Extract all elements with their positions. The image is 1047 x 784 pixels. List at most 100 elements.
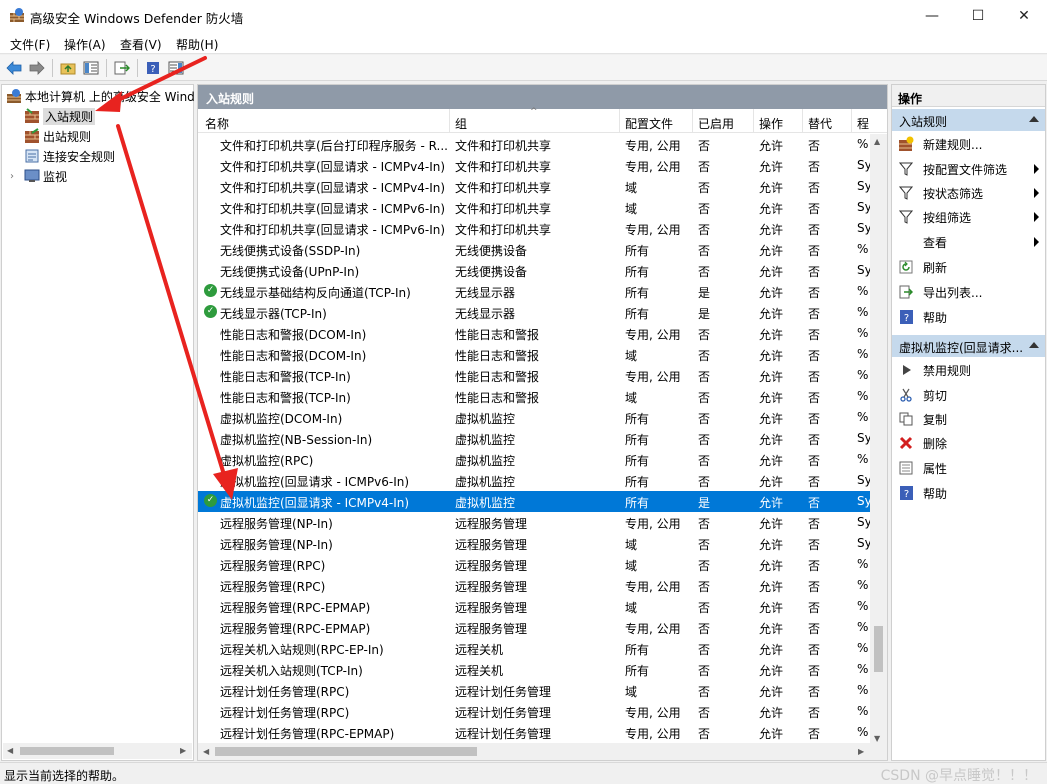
- action-filter-by-group[interactable]: 按组筛选: [898, 208, 1039, 226]
- table-row[interactable]: 无线便携式设备(SSDP-In) 无线便携设备 所有 否 允许 否%: [198, 239, 872, 260]
- table-row[interactable]: 远程服务管理(NP-In) 远程服务管理 专用, 公用 否 允许 否 Sy: [198, 512, 872, 533]
- rules-hscroll-thumb[interactable]: [215, 747, 477, 756]
- collapse-caret-icon[interactable]: [1029, 116, 1039, 122]
- table-row[interactable]: 性能日志和警报(DCOM-In) 性能日志和警报 域 否 允许 否%: [198, 344, 872, 365]
- action-cut[interactable]: 剪切: [898, 386, 1039, 404]
- scroll-down-icon[interactable]: ▼: [874, 734, 880, 743]
- action-refresh[interactable]: 刷新: [898, 258, 1039, 276]
- table-row[interactable]: 远程服务管理(RPC) 远程服务管理 专用, 公用 否 允许 否%: [198, 575, 872, 596]
- menu-action[interactable]: 操作(A): [64, 36, 106, 53]
- scroll-right-icon[interactable]: ▶: [180, 746, 186, 755]
- table-row[interactable]: 远程关机入站规则(RPC-EP-In) 远程关机 所有 否 允许 否%: [198, 638, 872, 659]
- table-row[interactable]: 虚拟机监控(NB-Session-In) 虚拟机监控 所有 否 允许 否 Sy: [198, 428, 872, 449]
- cell-group: 远程服务管理: [455, 601, 528, 615]
- forward-arrow-icon[interactable]: [27, 58, 47, 78]
- table-row[interactable]: 性能日志和警报(TCP-In) 性能日志和警报 专用, 公用 否 允许 否%: [198, 365, 872, 386]
- table-row[interactable]: 文件和打印机共享(回显请求 - ICMPv6-In) 文件和打印机共享 域 否 允许 否 S…: [198, 197, 872, 218]
- table-row[interactable]: 无线便携式设备(UPnP-In) 无线便携设备 所有 否 允许 否 Sy: [198, 260, 872, 281]
- action-filter-by-profile[interactable]: 按配置文件筛选: [898, 160, 1039, 178]
- tree-scroll-thumb[interactable]: [20, 747, 114, 755]
- cell-enabled: 否: [698, 559, 711, 573]
- column-group[interactable]: 组: [455, 115, 467, 132]
- expand-chevron-icon[interactable]: ›: [10, 171, 20, 182]
- status-text: 显示当前选择的帮助。: [4, 769, 125, 783]
- action-export-list[interactable]: 导出列表...: [898, 283, 1039, 301]
- table-row[interactable]: 远程关机入站规则(TCP-In) 远程关机 所有 否 允许 否%: [198, 659, 872, 680]
- cell-override: 否: [808, 475, 821, 489]
- maximize-button[interactable]: ☐: [955, 0, 1001, 31]
- table-row[interactable]: 虚拟机监控(RPC) 虚拟机监控 所有 否 允许 否%: [198, 449, 872, 470]
- table-row[interactable]: 远程服务管理(RPC-EPMAP) 远程服务管理 专用, 公用 否 允许 否%: [198, 617, 872, 638]
- table-row[interactable]: 文件和打印机共享(回显请求 - ICMPv4-In) 文件和打印机共享 专用, 公用…: [198, 155, 872, 176]
- cell-name: 文件和打印机共享(后台打印程序服务 - R...: [220, 139, 448, 153]
- scroll-left-icon[interactable]: ◀: [203, 747, 209, 756]
- cell-action: 允许: [759, 496, 784, 510]
- table-row[interactable]: 远程服务管理(NP-In) 远程服务管理 域 否 允许 否 Sy: [198, 533, 872, 554]
- table-row[interactable]: 远程计划任务管理(RPC) 远程计划任务管理 域 否 允许 否%: [198, 680, 872, 701]
- up-folder-icon[interactable]: [58, 58, 78, 78]
- minimize-button[interactable]: —: [909, 0, 955, 31]
- rules-horizontal-scrollbar[interactable]: ◀ ▶: [198, 743, 887, 760]
- table-row[interactable]: 性能日志和警报(DCOM-In) 性能日志和警报 专用, 公用 否 允许 否%: [198, 323, 872, 344]
- back-arrow-icon[interactable]: [4, 58, 24, 78]
- cell-enabled: 否: [698, 265, 711, 279]
- table-row[interactable]: 文件和打印机共享(回显请求 - ICMPv6-In) 文件和打印机共享 专用, 公用…: [198, 218, 872, 239]
- tree-item-monitoring[interactable]: › 监视: [10, 167, 67, 185]
- tree-item-outbound-rules[interactable]: 出站规则: [24, 127, 91, 145]
- table-row[interactable]: 远程服务管理(RPC) 远程服务管理 域 否 允许 否%: [198, 554, 872, 575]
- action-delete[interactable]: 删除: [898, 434, 1039, 452]
- column-name[interactable]: 名称: [205, 115, 229, 132]
- action-help[interactable]: ? 帮助: [898, 308, 1039, 326]
- action-disable-rule[interactable]: 禁用规则: [898, 361, 1039, 379]
- window-title: 高级安全 Windows Defender 防火墙: [30, 11, 244, 26]
- action-filter-by-state[interactable]: 按状态筛选: [898, 184, 1039, 202]
- table-row[interactable]: ✓ 无线显示基础结构反向通道(TCP-In) 无线显示器 所有 是 允许 否%: [198, 281, 872, 302]
- column-program[interactable]: 程: [857, 115, 869, 132]
- scroll-left-icon[interactable]: ◀: [7, 746, 13, 755]
- tree-root[interactable]: 本地计算机 上的高级安全 Wind: [6, 87, 195, 105]
- actions-section-selected-rule[interactable]: 虚拟机监控(回显请求...: [892, 335, 1045, 357]
- table-row[interactable]: 远程服务管理(RPC-EPMAP) 远程服务管理 域 否 允许 否%: [198, 596, 872, 617]
- action-view[interactable]: 查看: [898, 233, 1039, 251]
- tree-item-inbound-rules[interactable]: 入站规则: [24, 107, 96, 125]
- menu-view[interactable]: 查看(V): [120, 36, 162, 53]
- column-action[interactable]: 操作: [759, 115, 783, 132]
- show-action-pane-icon[interactable]: [166, 58, 186, 78]
- cell-action: 允许: [759, 538, 784, 552]
- menu-help[interactable]: 帮助(H): [176, 36, 218, 53]
- scroll-up-icon[interactable]: ▲: [874, 137, 880, 146]
- firewall-app-icon: [10, 8, 24, 22]
- scroll-right-icon[interactable]: ▶: [858, 747, 864, 756]
- action-help-2[interactable]: ? 帮助: [898, 484, 1039, 502]
- close-button[interactable]: ✕: [1001, 0, 1047, 31]
- menu-file[interactable]: 文件(F): [10, 36, 50, 53]
- table-row[interactable]: 文件和打印机共享(回显请求 - ICMPv4-In) 文件和打印机共享 域 否 允许 否 S…: [198, 176, 872, 197]
- table-row[interactable]: 远程计划任务管理(RPC-EPMAP) 远程计划任务管理 专用, 公用 否 允许 否%: [198, 722, 872, 743]
- rules-vscroll-thumb[interactable]: [874, 626, 883, 672]
- tree-item-connection-security[interactable]: 连接安全规则: [24, 147, 115, 165]
- table-row[interactable]: 虚拟机监控(回显请求 - ICMPv6-In) 虚拟机监控 所有 否 允许 否 Sy: [198, 470, 872, 491]
- show-tree-icon[interactable]: [81, 58, 101, 78]
- column-override[interactable]: 替代: [808, 115, 832, 132]
- rules-vertical-scrollbar[interactable]: ▲ ▼: [870, 134, 887, 745]
- collapse-caret-icon[interactable]: [1029, 342, 1039, 348]
- column-enabled[interactable]: 已启用: [698, 115, 734, 132]
- cell-program: %: [857, 452, 869, 466]
- column-profile[interactable]: 配置文件: [625, 115, 673, 132]
- table-row[interactable]: 虚拟机监控(DCOM-In) 虚拟机监控 所有 否 允许 否%: [198, 407, 872, 428]
- table-row[interactable]: ✓ 虚拟机监控(回显请求 - ICMPv4-In) 虚拟机监控 所有 是 允许 否 Sy: [198, 491, 872, 512]
- actions-section-inbound[interactable]: 入站规则: [892, 109, 1045, 131]
- action-copy[interactable]: 复制: [898, 410, 1039, 428]
- action-new-rule[interactable]: 新建规则...: [898, 135, 1039, 153]
- help-icon[interactable]: ?: [143, 58, 163, 78]
- tree-horizontal-scrollbar[interactable]: ◀ ▶: [3, 743, 192, 759]
- table-row[interactable]: ✓ 无线显示器(TCP-In) 无线显示器 所有 是 允许 否%: [198, 302, 872, 323]
- cell-group: 无线显示器: [455, 286, 516, 300]
- cell-enabled: 否: [698, 685, 711, 699]
- table-row[interactable]: 性能日志和警报(TCP-In) 性能日志和警报 域 否 允许 否%: [198, 386, 872, 407]
- table-row[interactable]: 文件和打印机共享(后台打印程序服务 - R... 文件和打印机共享 专用, 公用 否 允…: [198, 134, 872, 155]
- export-list-icon[interactable]: [112, 58, 132, 78]
- table-row[interactable]: 远程计划任务管理(RPC) 远程计划任务管理 专用, 公用 否 允许 否%: [198, 701, 872, 722]
- cell-group: 性能日志和警报: [455, 391, 540, 405]
- action-properties[interactable]: 属性: [898, 459, 1039, 477]
